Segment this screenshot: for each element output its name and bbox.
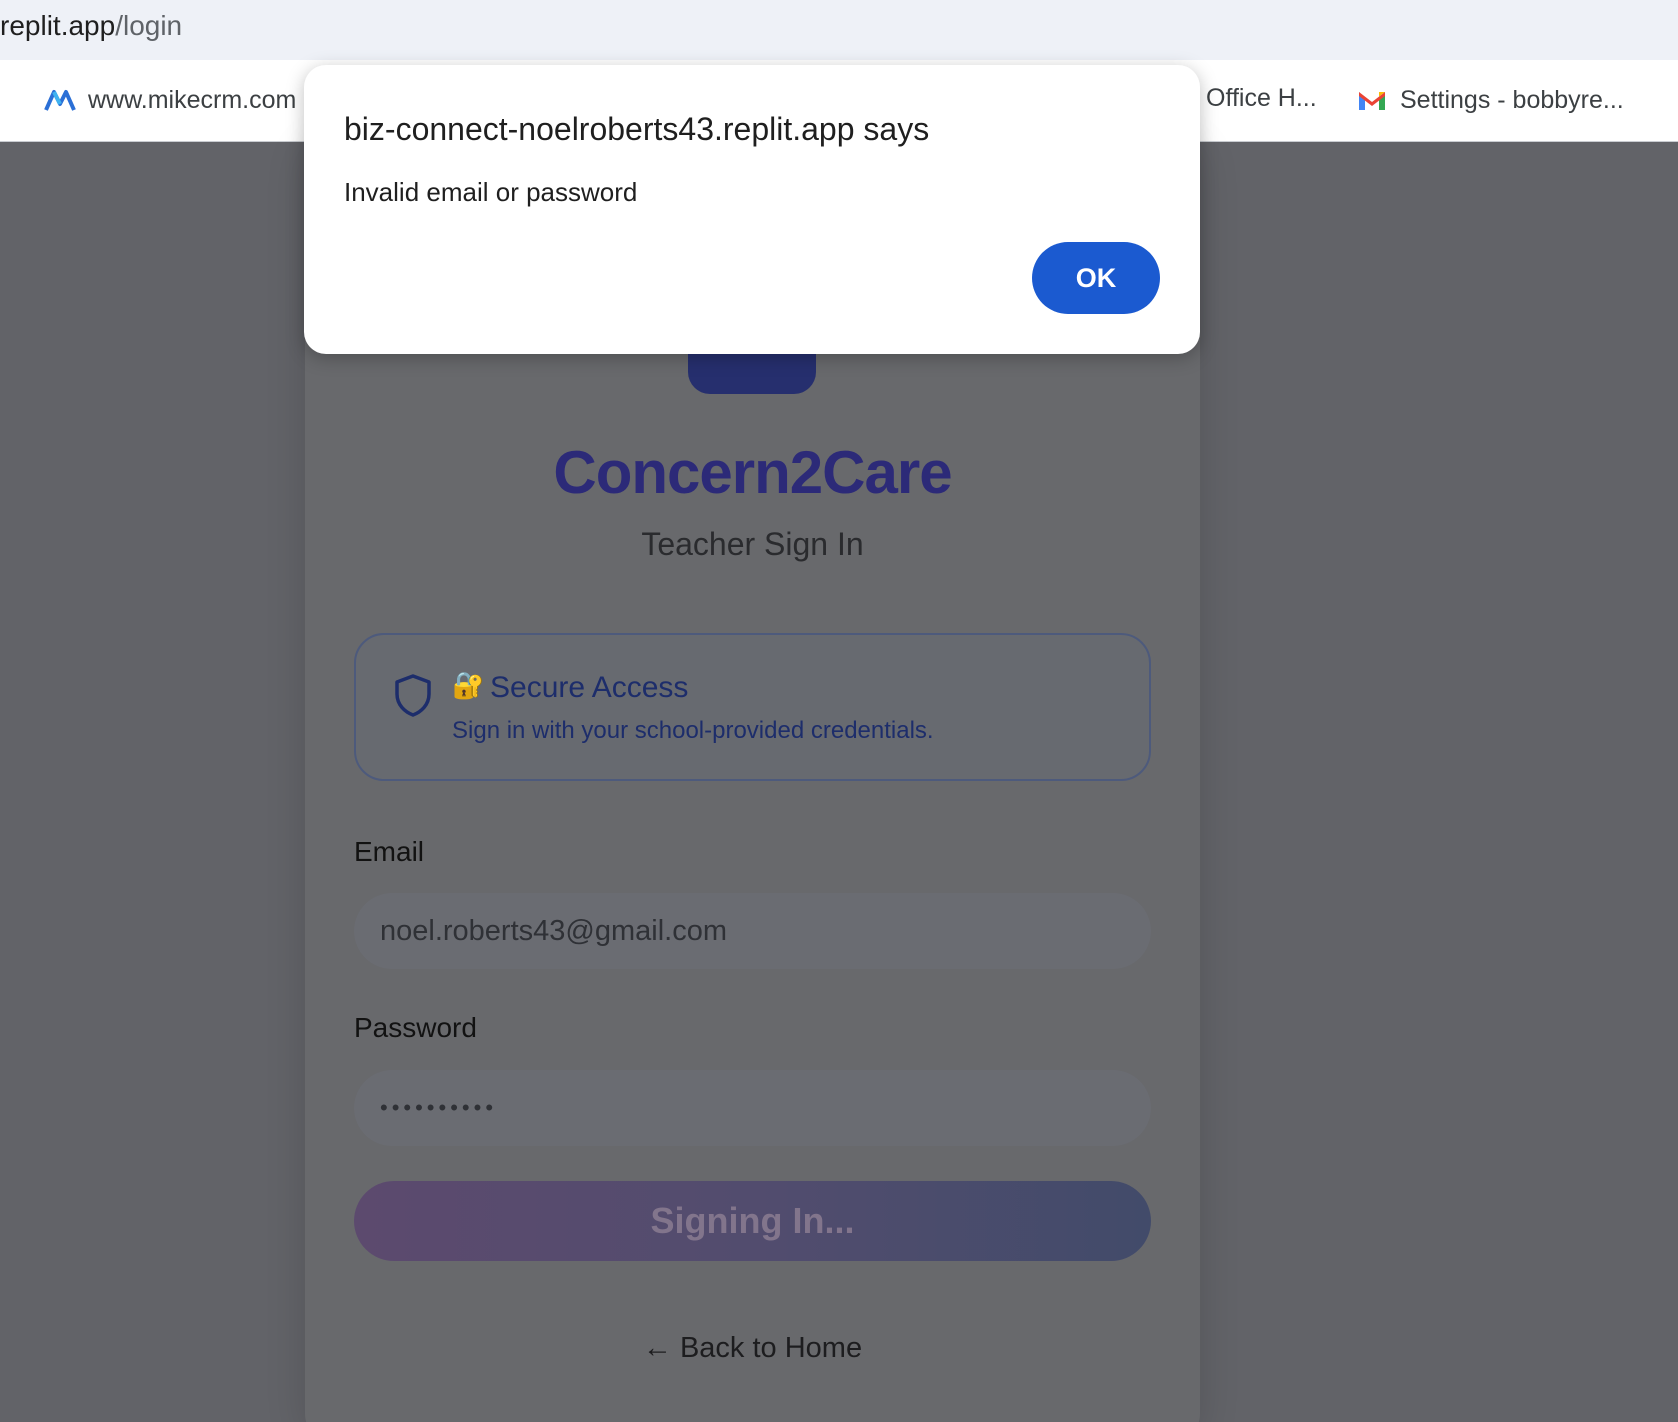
bookmark-gmail-settings[interactable]: Settings - bobbyre...	[1356, 84, 1624, 116]
secure-access-description: Sign in with your school-provided creden…	[452, 717, 934, 744]
password-label: Password	[354, 1012, 477, 1043]
dialog-title: biz-connect-noelroberts43.replit.app say…	[344, 111, 930, 147]
ok-button[interactable]: OK	[1032, 242, 1160, 314]
alert-dialog: biz-connect-noelroberts43.replit.app say…	[304, 65, 1200, 354]
password-field[interactable]: ••••••••••	[354, 1070, 1151, 1146]
password-value: ••••••••••	[380, 1095, 498, 1120]
email-label: Email	[354, 836, 425, 867]
ok-label: OK	[1075, 262, 1117, 293]
url-domain: replit.app	[0, 10, 116, 41]
brand-title: Concern2Care	[553, 439, 952, 506]
secure-access-title: Secure Access	[490, 671, 689, 704]
shield-icon	[395, 674, 431, 717]
sign-in-button[interactable]: Signing In...	[354, 1181, 1151, 1261]
bookmark-office-hours[interactable]: Office H...	[1206, 84, 1317, 113]
gmail-icon	[1359, 92, 1385, 110]
lock-key-icon: 🔐	[452, 671, 485, 701]
bookmark-label: Office H...	[1206, 84, 1317, 112]
bookmark-label: Settings - bobbyre...	[1400, 85, 1624, 114]
url-text[interactable]: replit.app/login	[0, 10, 182, 42]
mikecrm-icon	[44, 90, 76, 111]
url-path: /login	[115, 10, 183, 41]
sign-in-label: Signing In...	[650, 1200, 855, 1241]
email-value: noel.roberts43@gmail.com	[380, 914, 727, 947]
back-to-home-link[interactable]: ← Back to Home	[305, 1332, 1200, 1365]
page-subtitle: Teacher Sign In	[641, 526, 864, 562]
email-field[interactable]: noel.roberts43@gmail.com	[354, 893, 1151, 969]
bookmark-mikecrm[interactable]: www.mikecrm.com	[44, 84, 296, 116]
address-bar[interactable]: replit.app/login	[0, 0, 1678, 60]
dialog-message: Invalid email or password	[344, 177, 638, 207]
secure-access-notice: 🔐 Secure Access Sign in with your school…	[354, 633, 1151, 781]
bookmark-label: www.mikecrm.com	[88, 85, 297, 114]
